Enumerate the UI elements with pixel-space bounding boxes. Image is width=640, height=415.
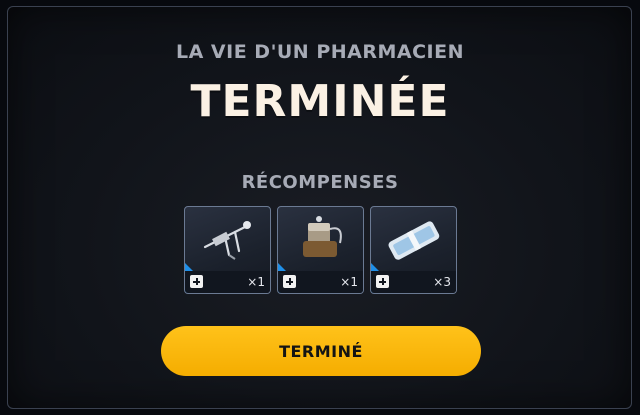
reward-quantity: ×1 <box>340 275 358 289</box>
reward-card[interactable]: ×1 <box>277 206 364 294</box>
reward-card[interactable]: ×1 <box>184 206 271 294</box>
add-icon[interactable] <box>283 275 296 288</box>
add-icon[interactable] <box>376 275 389 288</box>
mission-name: LA VIE D'UN PHARMACIEN <box>176 41 464 63</box>
reward-quantity: ×3 <box>433 275 451 289</box>
reward-card[interactable]: ×3 <box>370 206 457 294</box>
rewards-list: ×1 ×1 ×3 <box>184 206 459 294</box>
add-icon[interactable] <box>190 275 203 288</box>
rewards-heading: RÉCOMPENSES <box>241 172 399 193</box>
completion-title: TERMINÉE <box>190 76 450 127</box>
drill-weapon-icon <box>203 221 251 260</box>
medical-bandage-icon <box>388 221 440 260</box>
reward-quantity: ×1 <box>247 275 265 289</box>
done-button[interactable]: TERMINÉ <box>161 326 481 376</box>
canister-device-icon <box>303 216 342 257</box>
